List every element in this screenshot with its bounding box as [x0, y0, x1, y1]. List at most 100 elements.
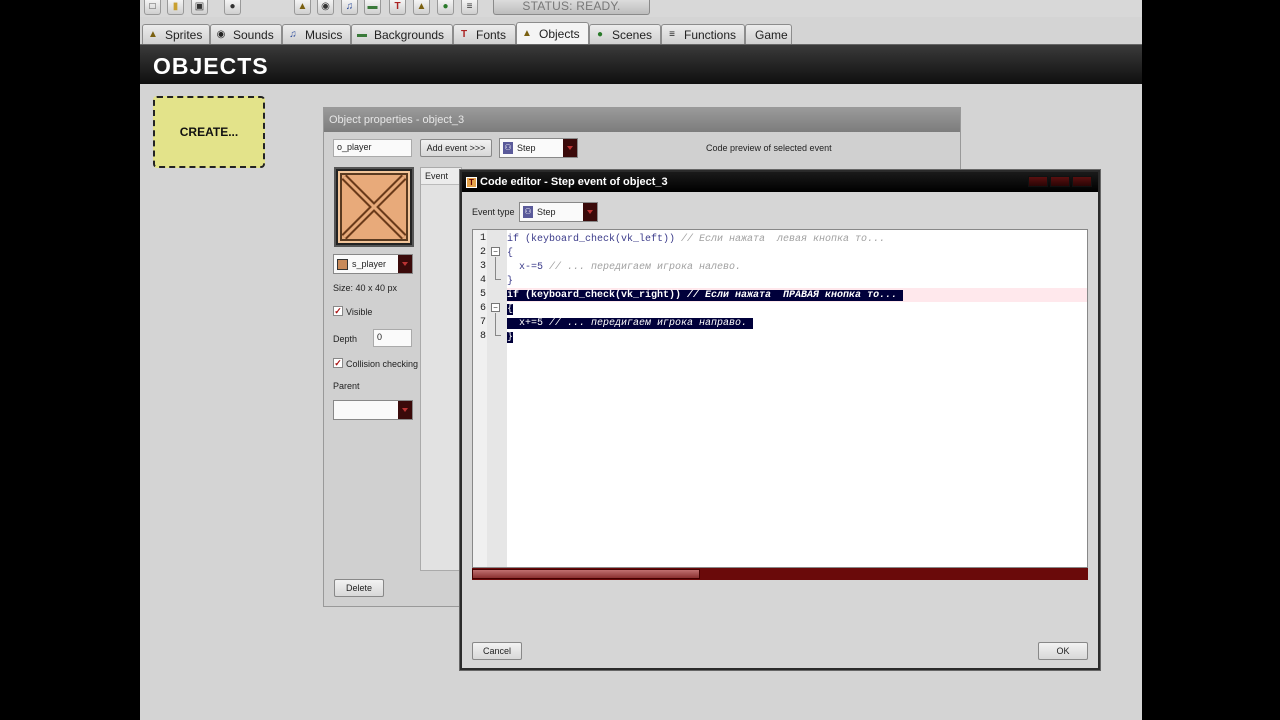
- sprite-select[interactable]: s_player: [333, 254, 413, 274]
- event-type-label: Event type: [472, 207, 515, 217]
- tab-label: Sounds: [233, 27, 274, 42]
- chevron-down-icon[interactable]: [583, 203, 597, 221]
- tab-bar: ▲ Sprites ◉ Sounds ♫ Musics ▬ Backgrounds TF…: [140, 22, 1142, 44]
- code-text: if (keyboard_check(vk_right)): [507, 290, 682, 301]
- parent-select[interactable]: [333, 400, 413, 420]
- tab-game[interactable]: Game: [745, 24, 792, 44]
- sprite-thumb-icon: [337, 258, 348, 270]
- new-file-icon[interactable]: □: [144, 0, 161, 15]
- line-number: 2: [479, 247, 486, 258]
- code-text: }: [507, 332, 514, 343]
- tab-sprites[interactable]: ▲ Sprites: [142, 24, 210, 44]
- code-text: x-=5: [507, 262, 544, 273]
- tab-scenes[interactable]: ● Scenes: [589, 24, 661, 44]
- add-function-icon[interactable]: ≡: [461, 0, 478, 15]
- sound-icon: ◉: [216, 29, 226, 40]
- line-number: 1: [479, 233, 486, 244]
- code-preview-label: Code preview of selected event: [706, 143, 832, 153]
- chevron-down-icon[interactable]: [563, 139, 577, 157]
- event-type-select[interactable]: ⚇ Step: [519, 202, 598, 222]
- sprite-select-value: s_player: [352, 259, 387, 269]
- save-icon[interactable]: ▣: [191, 0, 208, 15]
- code-line-selected: x+=5 // ... передигаем игрока направо.: [507, 318, 754, 330]
- maximize-button[interactable]: [1050, 176, 1070, 187]
- code-line: {: [507, 248, 513, 260]
- chevron-down-icon[interactable]: [398, 401, 412, 419]
- music-icon: ♫: [289, 29, 297, 40]
- code-editor-area[interactable]: 1 2 3 4 5 6 7 8 − − if (keyboard_check(v…: [472, 229, 1088, 568]
- fold-line-end: [495, 279, 501, 280]
- code-text: {: [507, 248, 514, 259]
- fold-toggle-icon[interactable]: −: [491, 303, 500, 312]
- event-list[interactable]: Event: [420, 167, 462, 571]
- tab-sounds[interactable]: ◉ Sounds: [210, 24, 282, 44]
- open-folder-icon[interactable]: ▮: [167, 0, 184, 15]
- visible-checkbox[interactable]: ✓: [333, 306, 343, 316]
- ok-button[interactable]: OK: [1038, 642, 1088, 660]
- collision-label: Collision checking: [346, 359, 419, 369]
- tab-label: Objects: [539, 26, 580, 41]
- code-text: {: [507, 304, 514, 315]
- tab-label: Scenes: [612, 27, 653, 42]
- add-background-icon[interactable]: ▬: [364, 0, 381, 15]
- create-button[interactable]: CREATE...: [153, 96, 265, 168]
- line-number: 7: [479, 317, 486, 328]
- depth-field[interactable]: 0: [373, 329, 412, 347]
- tab-musics[interactable]: ♫ Musics: [282, 24, 351, 44]
- code-comment: // ... передигаем игрока налево.: [543, 262, 742, 273]
- sprite-icon: ▲: [148, 29, 158, 40]
- page-title: OBJECTS: [153, 53, 269, 79]
- code-editor-title: Code editor - Step event of object_3: [480, 176, 668, 188]
- depth-label: Depth: [333, 334, 358, 344]
- app-icon: T: [466, 176, 477, 188]
- tab-objects[interactable]: ▲ Objects: [516, 22, 589, 44]
- add-event-button[interactable]: Add event >>>: [420, 139, 492, 157]
- event-type-value: Step: [537, 207, 556, 217]
- code-editor-titlebar: T Code editor - Step event of object_3: [462, 172, 1098, 192]
- tab-label: Musics: [305, 27, 343, 42]
- tab-fonts[interactable]: T Fonts: [453, 24, 516, 44]
- collision-checkbox[interactable]: ✓: [333, 358, 343, 368]
- tab-functions[interactable]: ≡ Functions: [661, 24, 745, 44]
- visible-label: Visible: [346, 307, 373, 317]
- function-icon: ≡: [669, 29, 675, 40]
- code-comment: // Если нажата ПРАВАЯ кнопка то...: [681, 290, 898, 301]
- add-scene-icon[interactable]: ●: [437, 0, 454, 15]
- sprite-preview: [334, 167, 414, 247]
- line-number: 3: [479, 261, 486, 272]
- step-icon: ⚇: [503, 142, 513, 154]
- run-icon[interactable]: ●: [224, 0, 241, 15]
- code-text: if (keyboard_check(vk_left)): [507, 234, 676, 245]
- chevron-down-icon[interactable]: [398, 255, 412, 273]
- cancel-button[interactable]: Cancel: [472, 642, 522, 660]
- add-music-icon[interactable]: ♫: [341, 0, 358, 15]
- code-line: if (keyboard_check(vk_left)) // Если наж…: [507, 234, 885, 246]
- add-font-icon[interactable]: T: [389, 0, 406, 15]
- add-sprite-icon[interactable]: ▲: [294, 0, 311, 15]
- sprite-image: [338, 171, 410, 243]
- status-indicator: STATUS: READY.: [493, 0, 650, 15]
- fold-line-end: [495, 335, 501, 336]
- delete-button[interactable]: Delete: [334, 579, 384, 597]
- selected-code: if (keyboard_check(vk_right)) // Если на…: [507, 290, 904, 301]
- object-name-field[interactable]: o_player: [333, 139, 412, 157]
- horizontal-scrollbar[interactable]: [472, 568, 1088, 580]
- scrollbar-thumb[interactable]: [472, 569, 700, 579]
- close-button[interactable]: [1072, 176, 1092, 187]
- selected-code: x+=5 // ... передигаем игрока направо.: [507, 318, 754, 329]
- background-icon: ▬: [357, 29, 367, 40]
- tab-backgrounds[interactable]: ▬ Backgrounds: [351, 24, 453, 44]
- tab-label: Functions: [684, 27, 737, 42]
- tab-label: Backgrounds: [374, 27, 445, 42]
- code-line: }: [507, 276, 513, 288]
- add-object-icon[interactable]: ▲: [413, 0, 430, 15]
- event-select[interactable]: ⚇ Step: [499, 138, 578, 158]
- fold-toggle-icon[interactable]: −: [491, 247, 500, 256]
- minimize-button[interactable]: [1028, 176, 1048, 187]
- line-number: 4: [479, 275, 486, 286]
- add-sound-icon[interactable]: ◉: [317, 0, 334, 15]
- scene-icon: ●: [596, 29, 604, 40]
- fold-line: [495, 313, 496, 335]
- line-number: 5: [479, 289, 486, 300]
- code-text: x+=5: [507, 318, 544, 329]
